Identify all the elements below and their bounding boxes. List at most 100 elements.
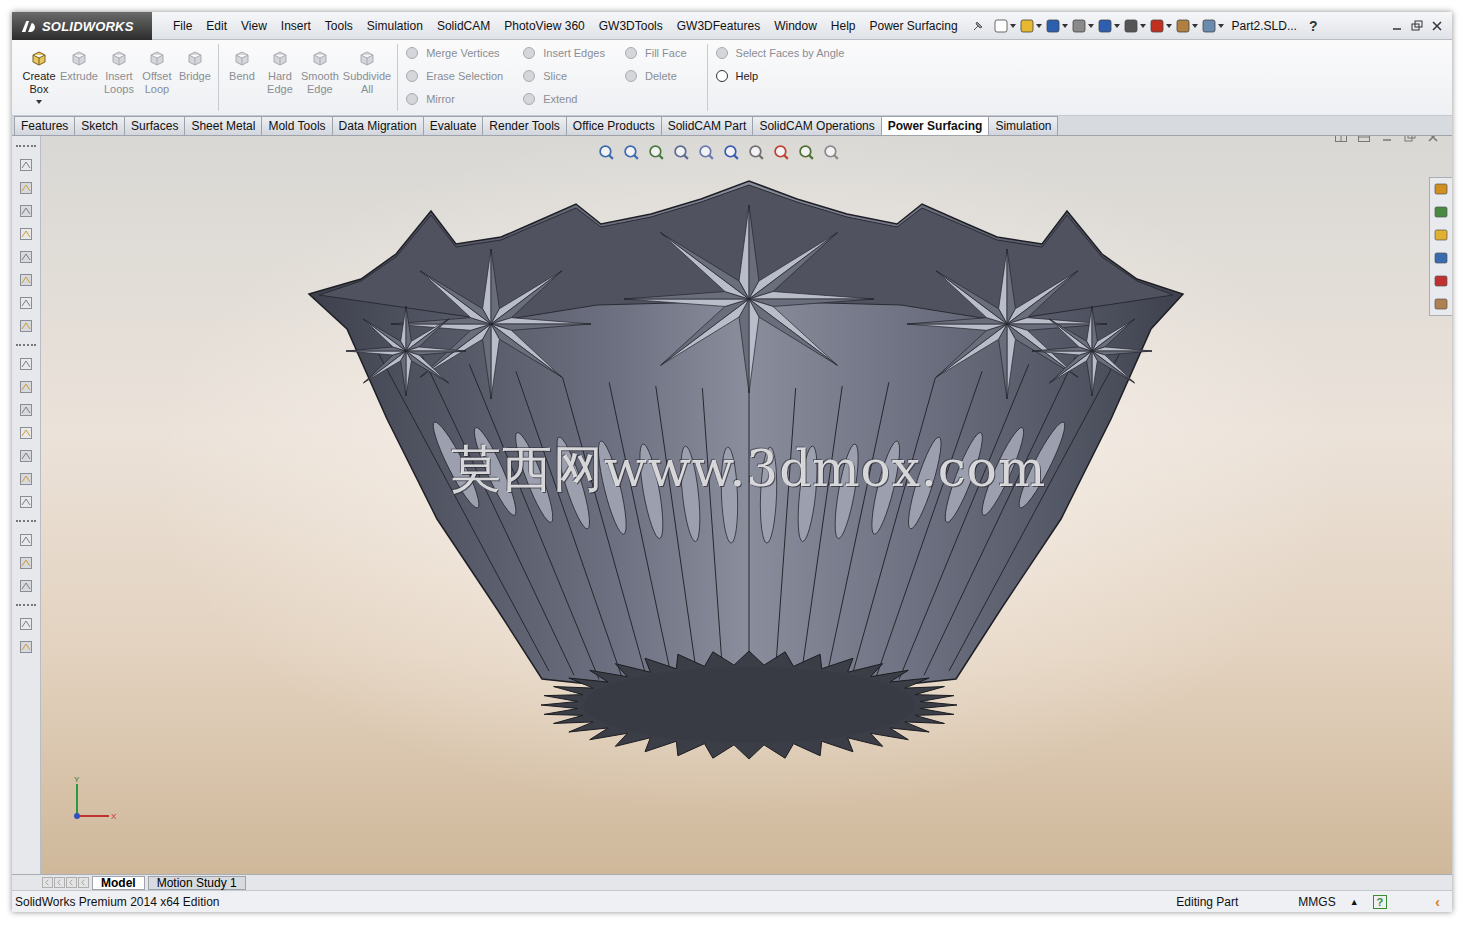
view-tool-icon[interactable] [748, 144, 765, 161]
tool-icon[interactable] [18, 203, 34, 219]
tool-icon[interactable] [18, 639, 34, 655]
tool-icon[interactable] [18, 226, 34, 242]
ribbon-button[interactable]: Hard Edge [263, 44, 297, 111]
collapse-button[interactable]: ‹ [1435, 894, 1440, 910]
tool-icon[interactable] [18, 555, 34, 571]
menu-item[interactable]: GW3DFeatures [670, 19, 767, 33]
dropdown-icon[interactable] [36, 100, 42, 104]
task-pane-tab[interactable] [1430, 201, 1452, 223]
ribbon-button[interactable]: Slice [521, 67, 605, 85]
help-button[interactable]: ? [1309, 18, 1318, 34]
close-icon[interactable] [1426, 136, 1440, 144]
tool-icon[interactable] [18, 295, 34, 311]
task-pane-tab[interactable] [1430, 224, 1452, 246]
ribbon-button[interactable]: Mirror [404, 90, 503, 108]
units-arrow[interactable]: ▲ [1350, 897, 1359, 907]
units[interactable]: MMGS [1298, 895, 1335, 909]
tool-icon[interactable] [18, 249, 34, 265]
tool-icon[interactable] [18, 532, 34, 548]
menu-item[interactable]: Power Surfacing [863, 19, 965, 33]
tab[interactable]: Features [14, 116, 75, 135]
tab-scroll-icon[interactable] [42, 877, 53, 888]
tab[interactable]: Data Migration [332, 116, 424, 135]
view-tool-icon[interactable] [773, 144, 790, 161]
tab[interactable]: SolidCAM Part [661, 116, 754, 135]
menu-item[interactable]: Help [824, 19, 863, 33]
menu-item[interactable]: Simulation [360, 19, 430, 33]
restore-icon[interactable] [1410, 19, 1424, 33]
tool-icon[interactable] [18, 425, 34, 441]
tab[interactable]: Render Tools [482, 116, 567, 135]
tab-scroll-icon[interactable] [54, 877, 65, 888]
tool-icon[interactable] [18, 157, 34, 173]
tab[interactable]: Sheet Metal [184, 116, 262, 135]
toolbar-button[interactable] [1097, 18, 1120, 34]
tab[interactable]: Power Surfacing [881, 116, 990, 135]
toolbar-button[interactable] [993, 18, 1016, 34]
ribbon-button[interactable]: Smooth Edge [301, 44, 339, 111]
ribbon-button[interactable]: Fill Face [623, 44, 687, 62]
view-tool-icon[interactable] [823, 144, 840, 161]
ribbon-button[interactable]: Offset Loop [140, 44, 174, 111]
ribbon-button[interactable]: Extend [521, 90, 605, 108]
menu-item[interactable]: Tools [318, 19, 360, 33]
view-tool-icon[interactable] [698, 144, 715, 161]
ribbon-button[interactable]: Help [714, 67, 845, 85]
tab[interactable]: Simulation [988, 116, 1058, 135]
tool-icon[interactable] [18, 356, 34, 372]
tool-icon[interactable] [18, 578, 34, 594]
tab-scroll-icon[interactable] [66, 877, 77, 888]
view-tool-icon[interactable] [648, 144, 665, 161]
minimize-icon[interactable] [1380, 136, 1394, 144]
ribbon-button[interactable]: Insert Loops [102, 44, 136, 111]
menu-item[interactable]: Edit [199, 19, 234, 33]
tool-icon[interactable] [18, 448, 34, 464]
view-tool-icon[interactable] [723, 144, 740, 161]
menu-item[interactable]: PhotoView 360 [497, 19, 592, 33]
toolbar-button[interactable] [1045, 18, 1068, 34]
toolbar-grip[interactable] [16, 604, 36, 606]
tab[interactable]: Surfaces [124, 116, 185, 135]
menu-item[interactable]: Window [767, 19, 824, 33]
restore-icon[interactable] [1403, 136, 1417, 144]
graphics-area[interactable]: 莫西网www.3dmox.com YX [41, 136, 1452, 874]
ribbon-button[interactable]: Bend [225, 44, 259, 111]
vase-model[interactable] [41, 136, 1452, 874]
ribbon-button[interactable]: Create Box [22, 44, 56, 111]
tab[interactable]: Mold Tools [261, 116, 332, 135]
view-tool-icon[interactable] [673, 144, 690, 161]
tool-icon[interactable] [18, 402, 34, 418]
menu-item[interactable]: File [166, 19, 199, 33]
tab-scroll-icon[interactable] [78, 877, 89, 888]
toolbar-button[interactable] [1201, 18, 1224, 34]
tab[interactable]: Office Products [566, 116, 662, 135]
minimize-icon[interactable] [1390, 19, 1404, 33]
ribbon-button[interactable]: Delete [623, 67, 687, 85]
toolbar-button[interactable] [1123, 18, 1146, 34]
toolbar-grip[interactable] [16, 520, 36, 522]
ribbon-button[interactable]: Extrude [60, 44, 98, 111]
view-tool-icon[interactable] [623, 144, 640, 161]
toolbar-button[interactable] [1175, 18, 1198, 34]
ribbon-button[interactable]: Select Faces by Angle [714, 44, 845, 62]
view-tool-icon[interactable] [798, 144, 815, 161]
ribbon-button[interactable]: Merge Vertices [404, 44, 503, 62]
help-button[interactable]: ? [1373, 895, 1388, 909]
close-icon[interactable] [1430, 19, 1444, 33]
tool-icon[interactable] [18, 494, 34, 510]
menu-item[interactable]: GW3DTools [592, 19, 670, 33]
task-pane-tab[interactable] [1430, 293, 1452, 315]
tab[interactable]: SolidCAM Operations [752, 116, 881, 135]
toolbar-button[interactable] [1149, 18, 1172, 34]
ribbon-button[interactable]: Erase Selection [404, 67, 503, 85]
split-icon[interactable] [1357, 136, 1371, 144]
pin-icon[interactable] [971, 19, 985, 33]
tool-icon[interactable] [18, 616, 34, 632]
logo[interactable]: SOLIDWORKS [12, 12, 152, 40]
ribbon-button[interactable]: Insert Edges [521, 44, 605, 62]
task-pane-tab[interactable] [1430, 178, 1452, 200]
tool-icon[interactable] [18, 180, 34, 196]
tab[interactable]: Sketch [74, 116, 125, 135]
menu-item[interactable]: Insert [274, 19, 318, 33]
tab[interactable]: Evaluate [423, 116, 484, 135]
